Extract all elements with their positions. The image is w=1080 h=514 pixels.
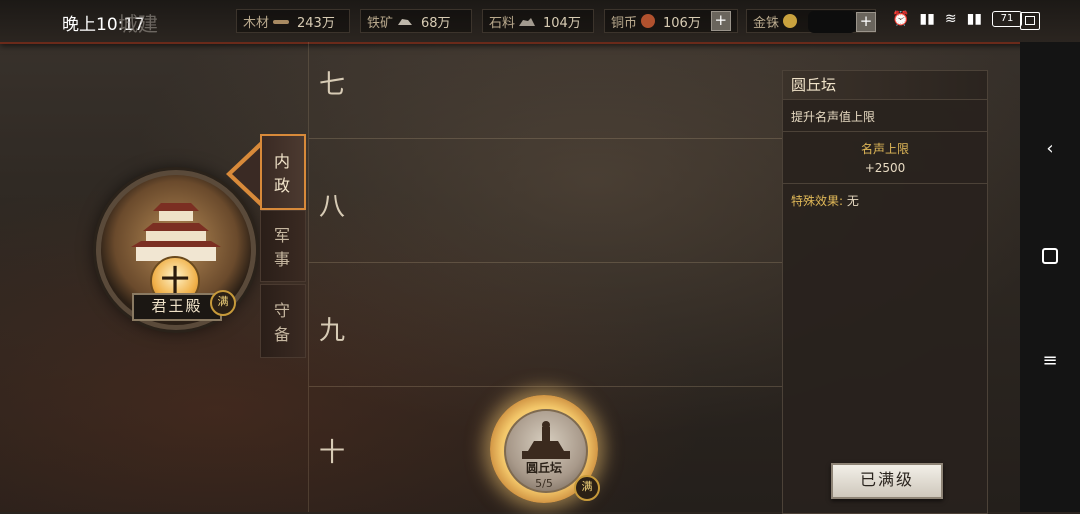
resource-label: 木材 — [243, 15, 270, 31]
stat-label: 名声上限 — [860, 142, 909, 156]
building-count: 5/5 — [535, 477, 553, 490]
resource-stone: 石料 104万 — [482, 9, 594, 33]
back-icon[interactable]: ‹ — [1040, 138, 1060, 159]
tier-divider — [309, 262, 783, 263]
resource-label: 铜币 — [611, 15, 638, 31]
building-node-altar[interactable]: 圆丘坛 5/5 满 — [490, 395, 600, 503]
tier-label: 九 — [319, 316, 346, 346]
resource-label: 石料 — [489, 15, 516, 31]
tier-label: 七 — [319, 70, 346, 100]
tab-defense[interactable]: 守 备 — [260, 284, 306, 358]
panel-title: 圆丘坛 — [783, 71, 987, 100]
tier-divider — [309, 386, 783, 387]
system-status-icons: ⏰ ▮▮ ≋ ▮▮ 71 — [892, 11, 1022, 27]
tier-label: 十 — [319, 438, 346, 468]
palace-max-badge: 满 — [210, 290, 236, 316]
resource-value: 68万 — [421, 15, 451, 31]
tier-divider — [309, 138, 783, 139]
tab-label: 守 备 — [273, 301, 292, 344]
copper-coin-icon — [641, 14, 656, 28]
building-name: 圆丘坛 — [525, 461, 562, 475]
ore-icon — [397, 16, 413, 26]
battery-icon: 71 — [992, 11, 1022, 27]
tab-label: 内 政 — [273, 152, 292, 195]
panel-special-effect: 特殊效果: 无 — [783, 184, 987, 217]
system-nav-bar: ‹ ≡ — [1020, 42, 1080, 512]
building-max-badge: 满 — [574, 475, 600, 501]
resource-value: 104万 — [543, 15, 581, 31]
resource-ore: 铁矿 68万 — [360, 9, 472, 33]
max-level-button[interactable]: 已满级 — [831, 463, 943, 499]
top-resource-bar: 晚上10:17 城建 木材 243万 铁矿 68万 石料 104万 铜币 106… — [0, 0, 1080, 44]
panel-description: 提升名声值上限 — [783, 100, 987, 132]
alarm-icon: ⏰ — [891, 11, 910, 27]
tab-internal-affairs[interactable]: 内 政 — [260, 134, 306, 210]
tier-label: 八 — [319, 192, 346, 222]
add-copper-button[interactable]: + — [710, 11, 731, 31]
signal-icon: ▮▮ — [966, 11, 982, 27]
special-label: 特殊效果: — [791, 194, 844, 208]
palace-name: 君王殿 — [132, 293, 222, 321]
panel-stat: 名声上限 +2500 — [783, 132, 987, 184]
building-info-panel: 圆丘坛 提升名声值上限 名声上限 +2500 特殊效果: 无 已满级 — [782, 70, 988, 514]
gold-coin-icon — [783, 14, 798, 28]
stat-value: +2500 — [864, 161, 906, 175]
wifi-icon: ≋ — [944, 11, 957, 27]
screen-toggle-icon[interactable] — [1020, 12, 1040, 30]
wood-icon — [273, 16, 290, 26]
redacted-value — [808, 11, 856, 33]
add-gold-button[interactable]: + — [856, 12, 876, 32]
menu-icon[interactable]: ≡ — [1040, 350, 1060, 371]
tab-military[interactable]: 军 事 — [260, 210, 306, 282]
resource-wood: 木材 243万 — [236, 9, 350, 33]
special-value: 无 — [846, 194, 859, 208]
resource-value: 106万 — [663, 15, 701, 31]
tab-label: 军 事 — [273, 226, 292, 269]
signal-icon: ▮▮ — [919, 11, 935, 27]
resource-value: 243万 — [297, 15, 335, 31]
resource-label: 铁矿 — [367, 15, 394, 31]
resource-copper: 铜币 106万 + — [604, 9, 738, 33]
screen-title: 城建 — [118, 12, 158, 36]
home-icon[interactable] — [1042, 248, 1058, 264]
resource-label: 金铢 — [753, 15, 780, 31]
stone-icon — [519, 16, 536, 26]
